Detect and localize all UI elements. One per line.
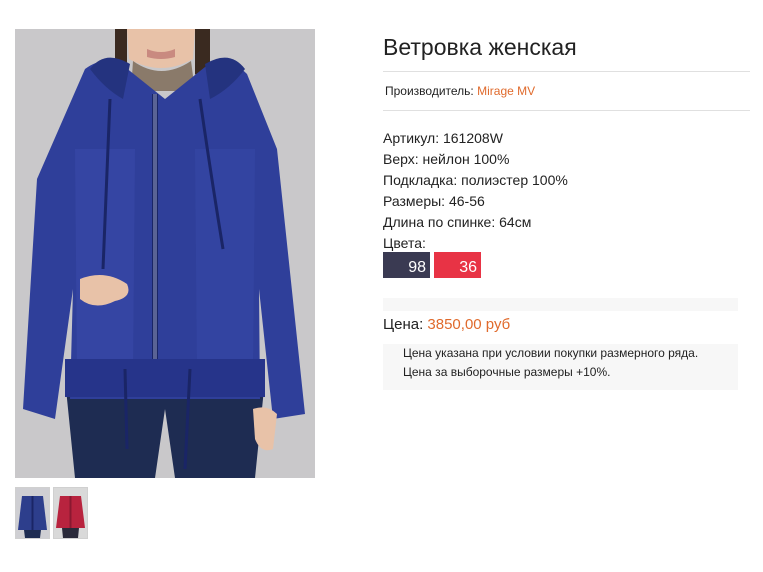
price-note: Цена указана при условии покупки размерн… [383, 344, 738, 390]
product-title: Ветровка женская [383, 34, 577, 60]
thumbnail-blue-image [16, 488, 49, 538]
color-swatches: 98 36 [383, 252, 481, 278]
price-note-line: Цена указана при условии покупки размерн… [403, 346, 699, 360]
product-specs: Артикул: 161208W Верх: нейлон 100% Подкл… [383, 128, 568, 254]
product-main-image[interactable] [15, 29, 315, 478]
divider [383, 71, 750, 72]
price-line: Цена: 3850,00 руб [383, 316, 510, 333]
thumbnail-blue[interactable] [15, 487, 50, 539]
price-value: 3850,00 руб [427, 316, 511, 333]
manufacturer-link[interactable]: Mirage MV [477, 84, 535, 98]
divider [383, 110, 750, 111]
manufacturer-line: Производитель: Mirage MV [385, 84, 535, 98]
spec-article: Артикул: 161208W [383, 130, 503, 146]
spec-lining: Подкладка: полиэстер 100% [383, 172, 568, 188]
manufacturer-label: Производитель: [385, 84, 474, 98]
thumbnail-red-image [54, 488, 87, 538]
price-label: Цена: [383, 316, 424, 333]
jacket-illustration [15, 29, 315, 478]
spec-colors-label: Цвета: [383, 235, 426, 251]
color-swatch-98[interactable]: 98 [383, 252, 430, 278]
price-separator [383, 298, 738, 311]
spec-back-length: Длина по спинке: 64см [383, 214, 532, 230]
thumbnail-red[interactable] [53, 487, 88, 539]
spec-sizes: Размеры: 46-56 [383, 193, 485, 209]
spec-outer-material: Верх: нейлон 100% [383, 151, 510, 167]
thumbnail-strip [15, 487, 88, 539]
price-note-line: Цена за выборочные размеры +10%. [403, 365, 611, 379]
color-swatch-36[interactable]: 36 [434, 252, 481, 278]
